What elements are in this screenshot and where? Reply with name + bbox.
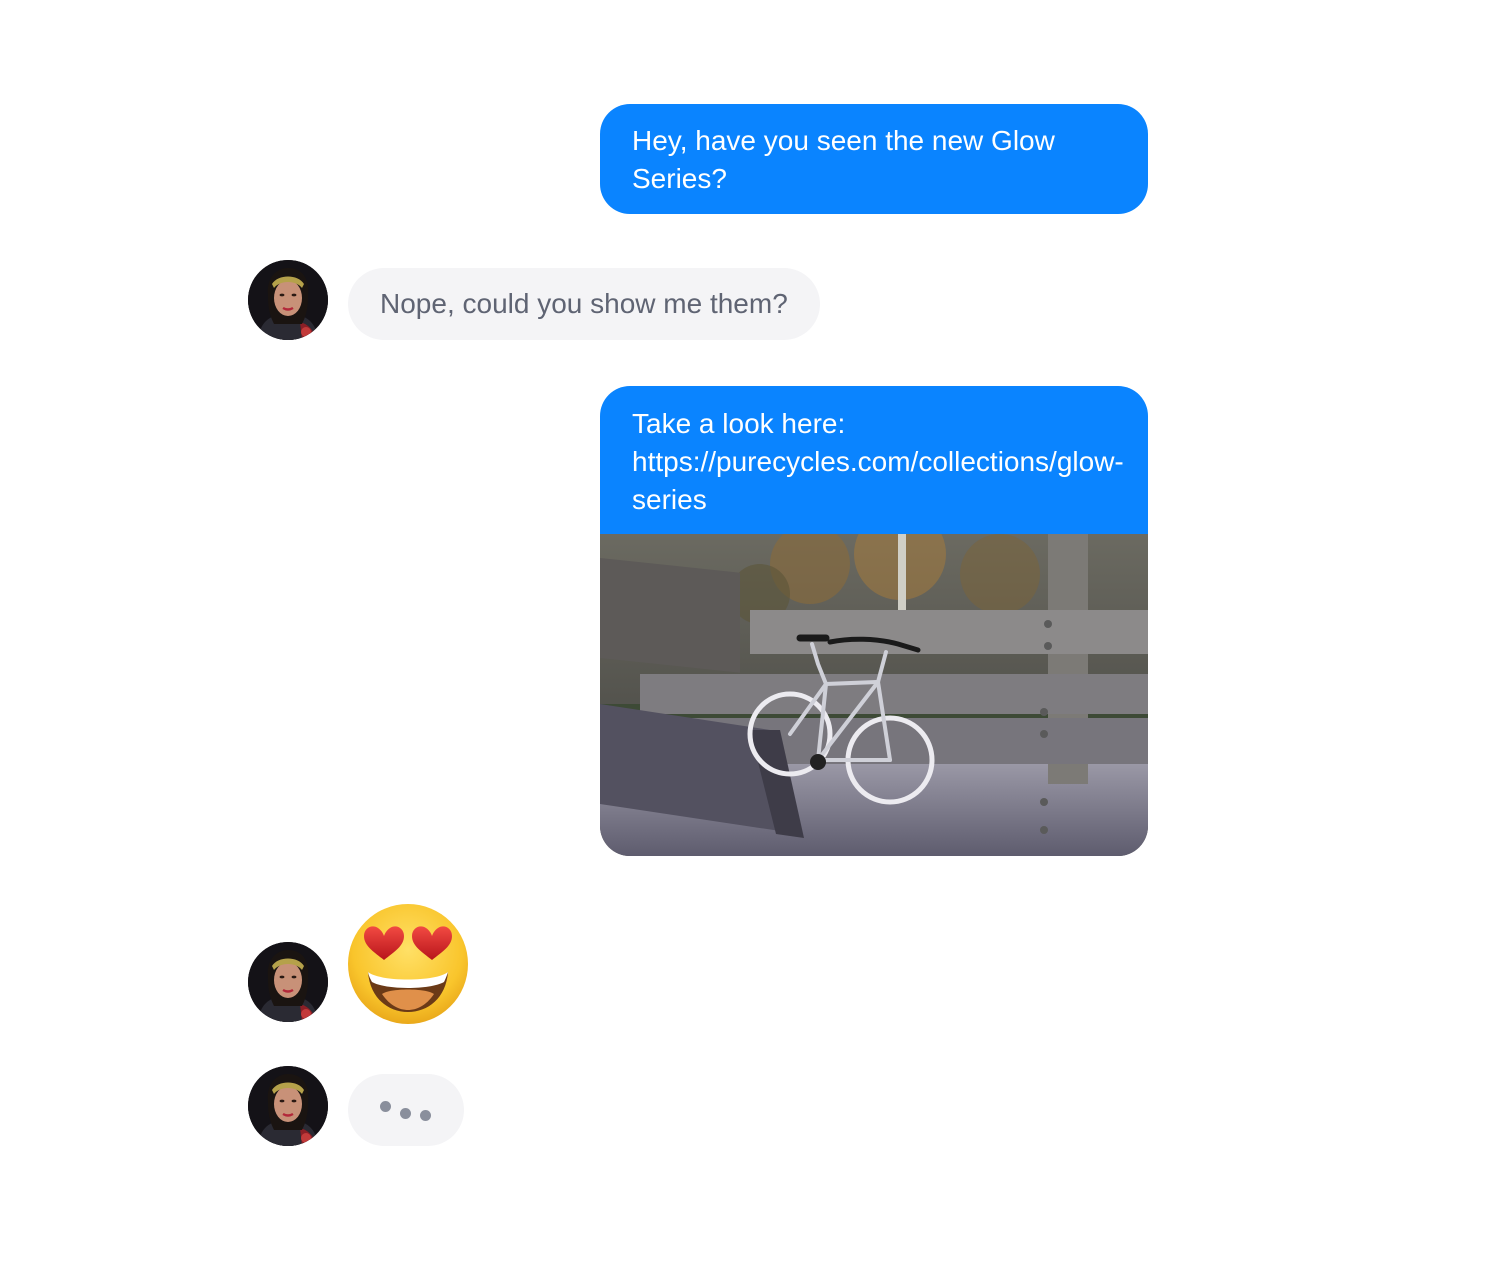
typing-dot xyxy=(420,1110,431,1121)
contact-avatar[interactable] xyxy=(248,1066,328,1146)
incoming-message-bubble[interactable]: Nope, could you show me them? xyxy=(348,268,820,340)
contact-avatar[interactable] xyxy=(248,942,328,1022)
outgoing-message-bubble[interactable]: Hey, have you seen the new Glow Series? xyxy=(600,104,1148,214)
typing-dot xyxy=(400,1108,411,1119)
typing-indicator-bubble xyxy=(348,1074,464,1146)
bicycle-photo[interactable] xyxy=(600,534,1148,856)
outgoing-link-message-bubble[interactable]: Take a look here: https://purecycles.com… xyxy=(600,386,1148,534)
message-text[interactable]: Take a look here: https://purecycles.com… xyxy=(632,408,1124,515)
heart-eyes-emoji[interactable] xyxy=(346,902,470,1026)
message-text: Hey, have you seen the new Glow Series? xyxy=(632,125,1055,194)
contact-avatar[interactable] xyxy=(248,260,328,340)
message-text: Nope, could you show me them? xyxy=(380,288,788,319)
typing-dot xyxy=(380,1101,391,1112)
